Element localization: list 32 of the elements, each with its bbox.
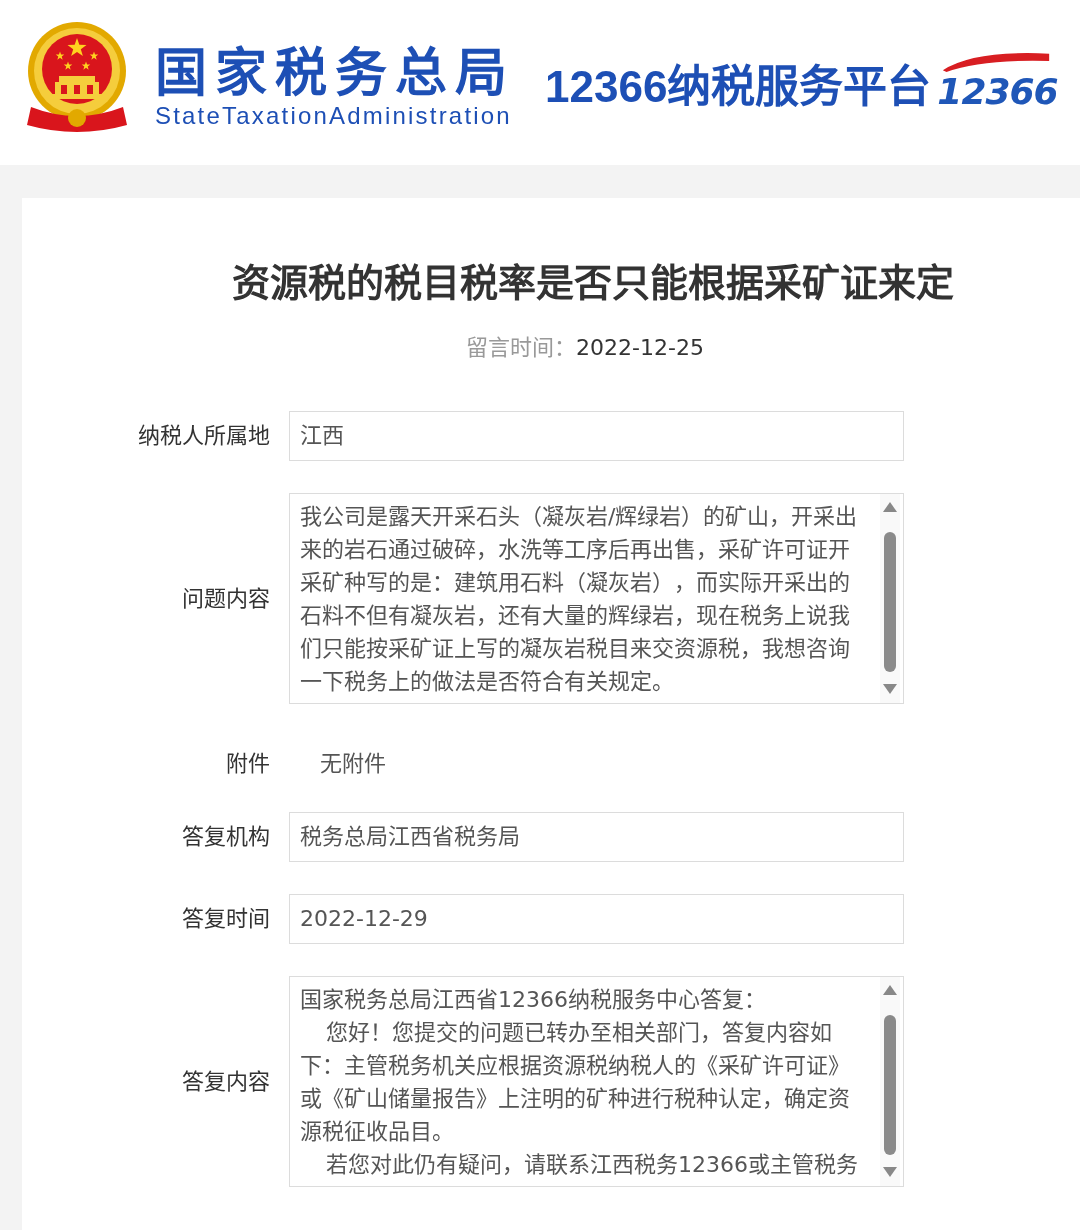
down-arrow-icon[interactable]	[883, 1167, 897, 1177]
text-field[interactable]: 税务总局江西省税务局	[289, 812, 904, 862]
message-title: 资源税的税目税率是否只能根据采矿证来定	[231, 260, 955, 307]
text-field[interactable]: 2022-12-29	[289, 894, 904, 944]
attachment-text: 无附件	[319, 750, 387, 778]
textarea-field[interactable]: 我公司是露天开采石头（凝灰岩/辉绿岩）的矿山，开采出来的岩石通过破碎，水洗等工序后再出售，采矿许可证开采矿种写的是：建筑用石料（凝灰岩），而实际开采出的石料不但有凝灰岩，还有大量的辉绿岩，现在税务上说我们只能按采矿证上写的凝灰岩税目来交资源税，我想咨询一下税务上的做法是否符合有关规定。	[289, 493, 904, 704]
hotline-logo-number: 12366	[937, 71, 1058, 112]
field-label: 附件	[225, 750, 270, 778]
scrollbar-thumb[interactable]	[884, 532, 896, 672]
scrollbar[interactable]	[880, 977, 900, 1186]
paragraph-text: 我公司是露天开采石头（凝灰岩/辉绿岩）的矿山，开采出来的岩石通过破碎，水洗等工序后再出售，采矿许可证开采矿种写的是：建筑用石料（凝灰岩），而实际开采出的石料不但有凝灰岩，还有大量的辉绿岩，现在税务上说我们只能按采矿证上写的凝灰岩税目来交资源税，我想咨询一下税务上的做法是否符合有关规定。	[300, 503, 859, 696]
emblem-icon	[25, 20, 129, 133]
field-label: 答复内容	[181, 1067, 270, 1096]
textarea-field[interactable]: 国家税务总局江西省12366纳税服务中心答复： 您好！您提交的问题已转办至相关部门，答复内容如下：主管税务机关应根据资源税纳税人的《采矿许可证》或《矿山储量报告》上注明的矿种进行税种认定，确定资源税征收品目。 若您对此仍有疑问，请联系江西税务12366或主管税务	[289, 976, 904, 1187]
field-label: 答复时间	[181, 905, 270, 933]
time-value: 2022-12-25	[576, 335, 704, 360]
paragraph-text: 国家税务总局江西省12366纳税服务中心答复：	[300, 986, 767, 1014]
up-arrow-icon[interactable]	[883, 985, 897, 995]
time-label: 留言时间：	[466, 335, 577, 360]
field-label: 答复机构	[181, 823, 270, 851]
paragraph-text: 您好！您提交的问题已转办至相关部门，答复内容如下：主管税务机关应根据资源税纳税人的《采矿许可证》或《矿山储量报告》上注明的矿种进行税种认定，确定资源税征收品目。	[300, 1019, 851, 1146]
agency-name-english: StateTaxationAdministration	[155, 101, 513, 130]
field-label: 纳税人所属地	[137, 422, 270, 450]
agency-name: 国家税务总局	[155, 43, 515, 102]
up-arrow-icon[interactable]	[883, 502, 897, 512]
field-label: 问题内容	[181, 584, 270, 613]
scrollbar-thumb[interactable]	[884, 1015, 896, 1155]
scrollbar[interactable]	[880, 494, 900, 703]
platform-name: 12366纳税服务平台	[545, 60, 932, 113]
down-arrow-icon[interactable]	[883, 684, 897, 694]
paragraph-text: 若您对此仍有疑问，请联系江西税务12366或主管税务	[325, 1151, 859, 1179]
text-field[interactable]: 江西	[289, 411, 904, 461]
